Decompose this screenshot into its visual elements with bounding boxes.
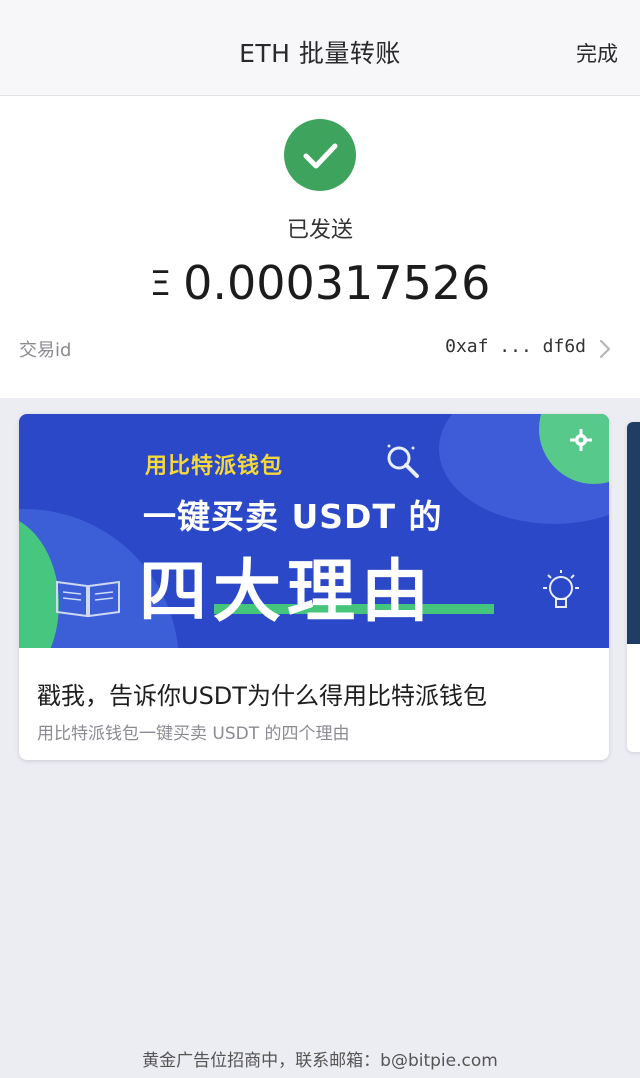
- ad-banner-image: 用比特派钱包 一键买卖 USDT 的 四大理由: [19, 414, 609, 648]
- status-text: 已发送: [286, 218, 353, 243]
- page-title: ETH 批量转账: [239, 39, 401, 68]
- ad-card[interactable]: 用比特派钱包 一键买卖 USDT 的 四大理由 戳我，告诉你USDT为什么得用比…: [19, 414, 609, 760]
- transaction-id-row[interactable]: 交易id 0xaf ... df6d: [0, 332, 640, 366]
- transfer-amount: Ξ 0.000317526: [0, 256, 640, 310]
- banner-subtitle: 用比特派钱包: [145, 454, 284, 479]
- lightbulb-icon: [543, 570, 579, 608]
- next-ad-card-peek[interactable]: [627, 422, 640, 752]
- next-ad-banner: [627, 422, 640, 644]
- banner-headline: 一键买卖 USDT 的: [143, 497, 443, 536]
- book-icon: [56, 580, 120, 618]
- ad-card-title: 戳我，告诉你USDT为什么得用比特派钱包: [37, 682, 487, 710]
- gear-icon: [570, 429, 592, 451]
- chevron-right-icon: [599, 339, 611, 359]
- transfer-status-section: 已发送 Ξ 0.000317526 交易id 0xaf ... df6d: [0, 96, 640, 398]
- banner-headline-large: 四大理由: [139, 553, 436, 632]
- magnifier-icon: [387, 444, 419, 478]
- txid-label: 交易id: [19, 340, 72, 361]
- txid-value: 0xaf ... df6d: [445, 336, 586, 357]
- amount-value: 0.000317526: [183, 256, 491, 310]
- done-button[interactable]: 完成: [576, 38, 618, 68]
- ad-card-subtitle: 用比特派钱包一键买卖 USDT 的四个理由: [37, 724, 350, 744]
- footer-ad-contact: 黄金广告位招商中，联系邮箱：b@bitpie.com: [142, 1051, 498, 1071]
- navigation-header: ETH 批量转账 完成: [0, 0, 640, 96]
- eth-currency-symbol: Ξ: [149, 264, 172, 304]
- check-icon: [284, 119, 356, 191]
